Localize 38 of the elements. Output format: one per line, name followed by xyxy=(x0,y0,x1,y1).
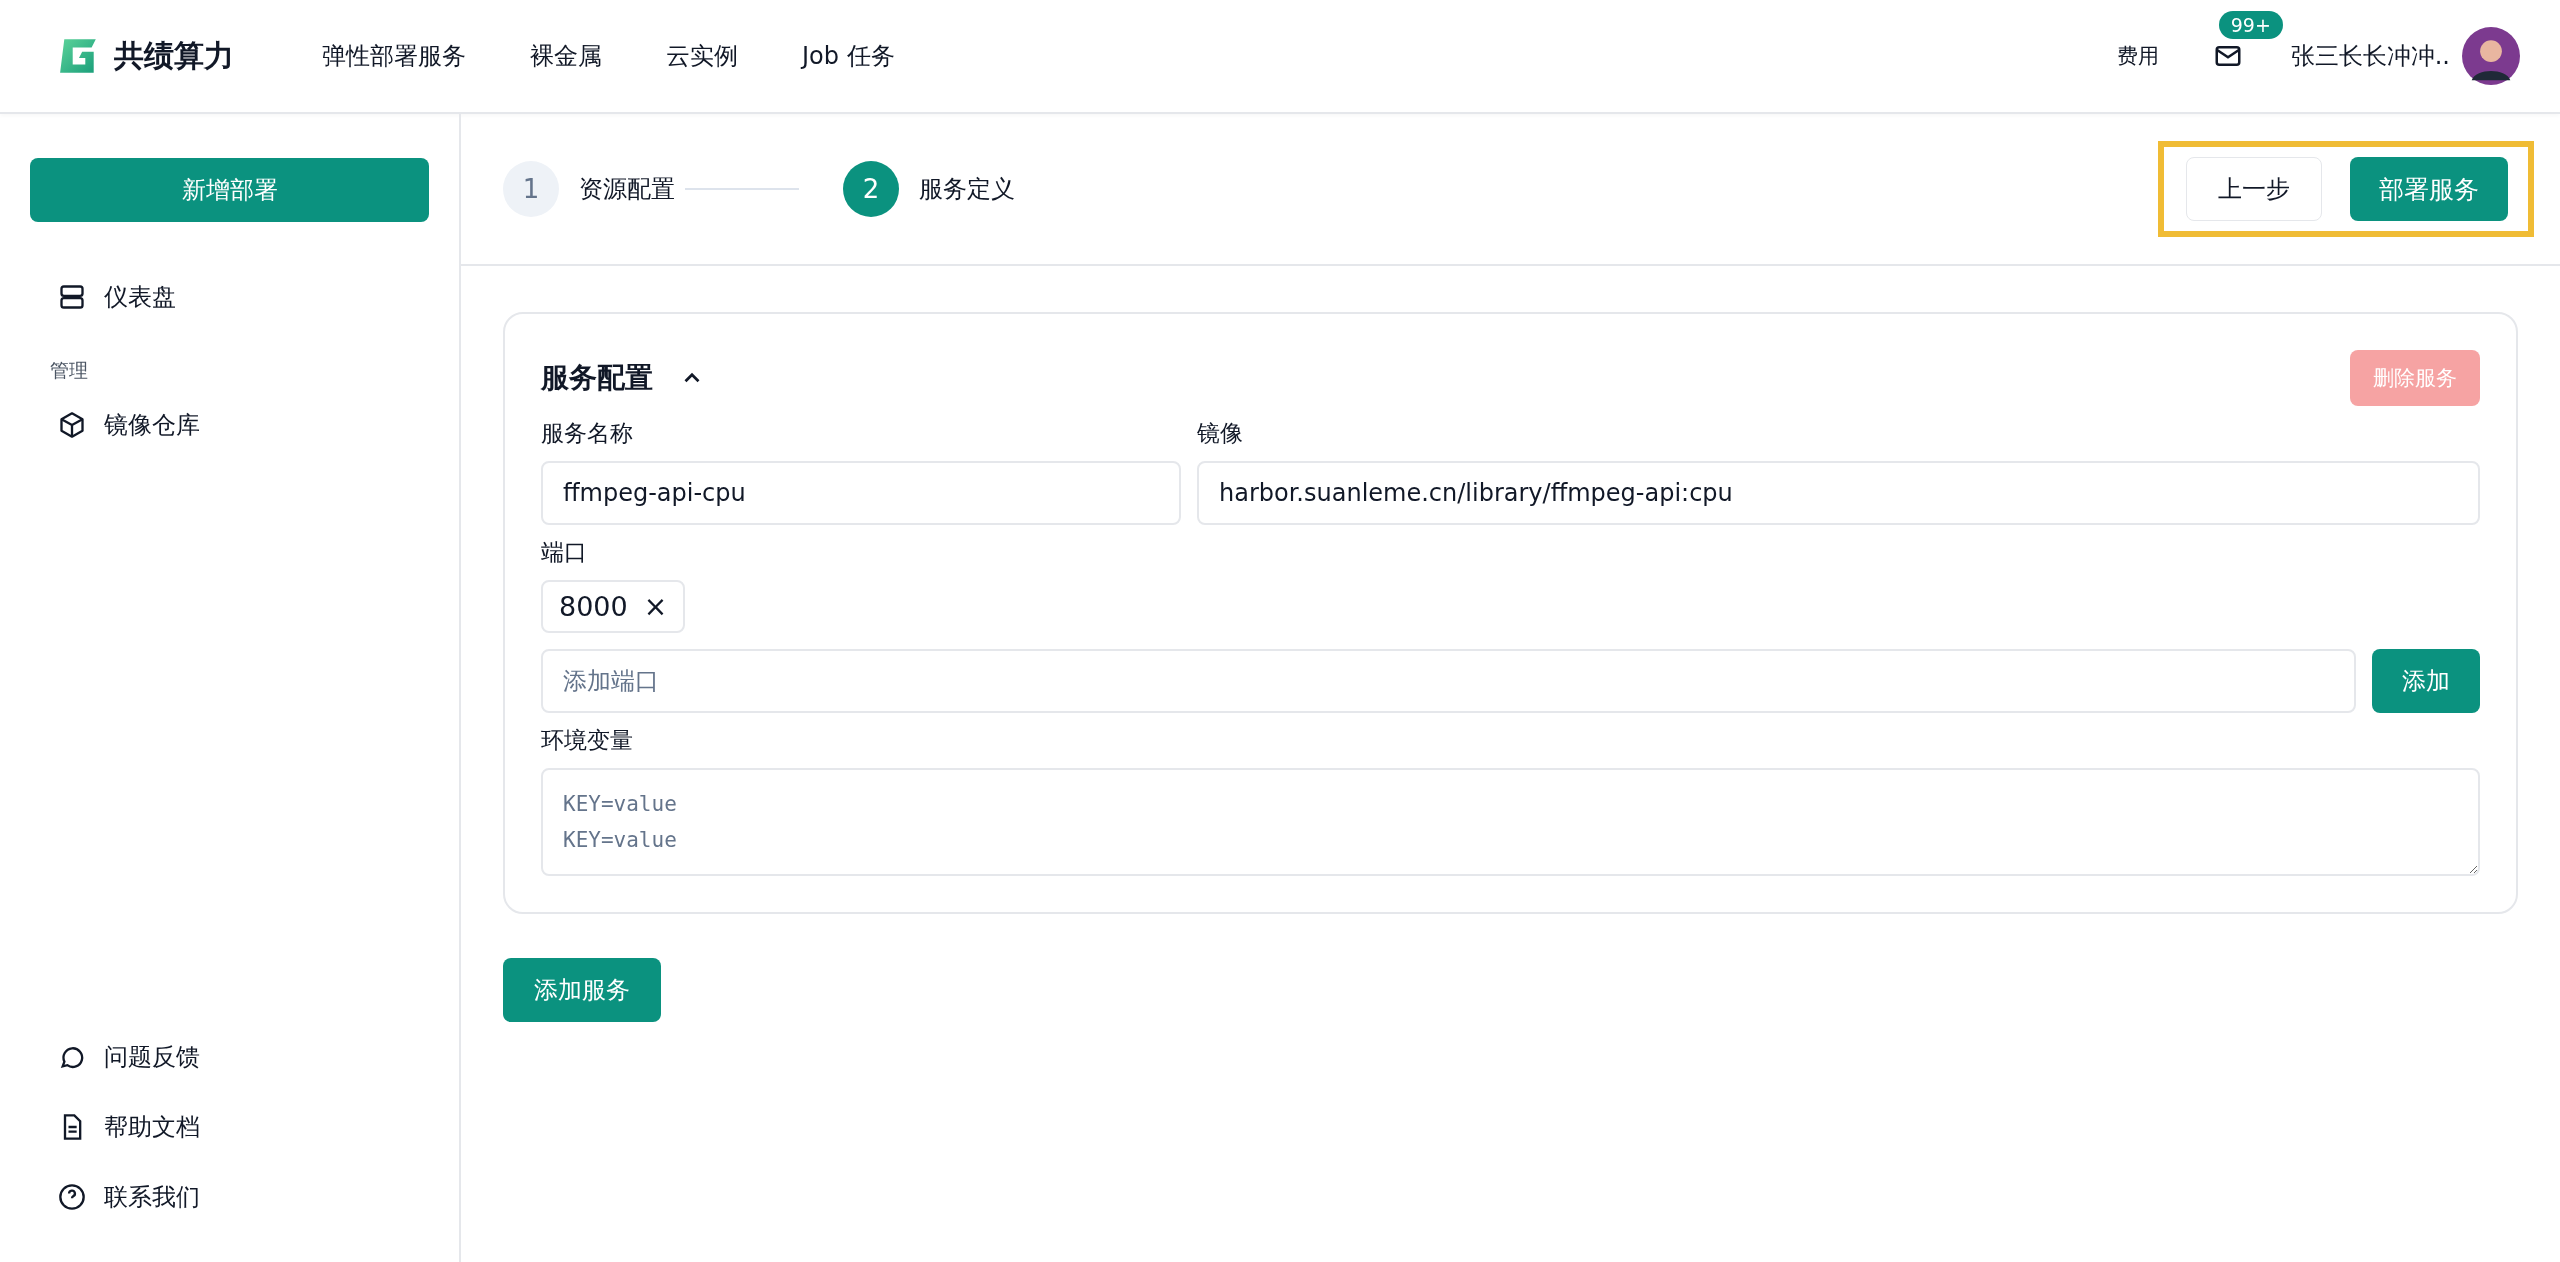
image-field[interactable]: harbor.suanleme.cn/library/ffmpeg-api:cpu xyxy=(1197,461,2480,525)
sidebar-item[interactable]: 仪表盘 xyxy=(30,262,429,332)
sidebar-item[interactable]: 问题反馈 xyxy=(30,1022,429,1092)
field-label: 环境变量 xyxy=(541,726,634,755)
new-deployment-button[interactable]: 新增部署 xyxy=(30,158,429,222)
deploy-button[interactable]: 部署服务 xyxy=(2350,157,2508,221)
field-label: 端口 xyxy=(541,538,588,567)
server-icon xyxy=(58,283,86,311)
step-number: 1 xyxy=(503,161,559,217)
help-icon xyxy=(58,1183,86,1211)
nav-link[interactable]: 云实例 xyxy=(666,40,738,72)
sidebar-item[interactable]: 联系我们 xyxy=(30,1162,429,1232)
port-value: 8000 xyxy=(559,591,628,622)
env-field[interactable]: KEY=value KEY=value xyxy=(541,768,2480,876)
add-port-button[interactable]: 添加 xyxy=(2372,649,2480,713)
field-label: 镜像 xyxy=(1197,419,1244,448)
remove-button[interactable]: × xyxy=(643,590,668,623)
step-number: 2 xyxy=(843,161,899,217)
sidebar-item[interactable]: 镜像仓库 xyxy=(30,390,429,460)
avatar-icon[interactable] xyxy=(2462,27,2520,85)
nav-link[interactable]: Job 任务 xyxy=(802,40,895,72)
service-name-field[interactable]: ffmpeg-api-cpu xyxy=(541,461,1181,525)
port-field[interactable]: 添加端口 xyxy=(541,649,2356,713)
notification-badge: 99+ xyxy=(2218,11,2283,39)
nav-link[interactable]: 裸金属 xyxy=(530,40,602,72)
step-label: 资源配置 xyxy=(579,174,675,205)
step-label: 服务定义 xyxy=(919,174,1015,205)
card-title: 服务配置 xyxy=(541,360,653,396)
back-button[interactable]: 上一步 xyxy=(2186,157,2322,221)
section-title: 管理 xyxy=(49,358,89,383)
sidebar-item[interactable]: 帮助文档 xyxy=(30,1092,429,1162)
brand-name: 共绩算力 xyxy=(114,36,234,75)
cube-icon xyxy=(58,411,86,439)
add-service-button[interactable]: 添加服务 xyxy=(503,958,661,1022)
nav-link[interactable]: 弹性部署服务 xyxy=(322,40,466,72)
field-label: 服务名称 xyxy=(541,419,634,448)
billing-link[interactable]: 费用 xyxy=(2116,42,2159,70)
user-name[interactable]: 张三长长冲冲.. xyxy=(2290,40,2450,72)
